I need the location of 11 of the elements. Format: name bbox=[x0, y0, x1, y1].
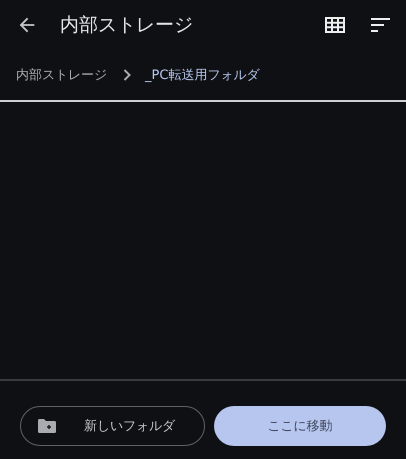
folder-plus-icon bbox=[38, 419, 56, 433]
sort-icon bbox=[371, 18, 390, 32]
chevron-right-icon bbox=[123, 69, 131, 81]
grid-icon bbox=[325, 17, 345, 33]
breadcrumb[interactable]: 内部ストレージ bbox=[16, 66, 107, 84]
move-here-button[interactable]: ここに移動 bbox=[214, 406, 386, 446]
new-folder-button[interactable]: 新しいフォルダ bbox=[20, 406, 205, 446]
window-title: 内部ストレージ bbox=[60, 13, 194, 38]
sort-button[interactable] bbox=[371, 18, 390, 32]
grid-view-button[interactable] bbox=[325, 17, 345, 33]
breadcrumb[interactable]: _PC転送用フォルダ bbox=[145, 66, 260, 84]
